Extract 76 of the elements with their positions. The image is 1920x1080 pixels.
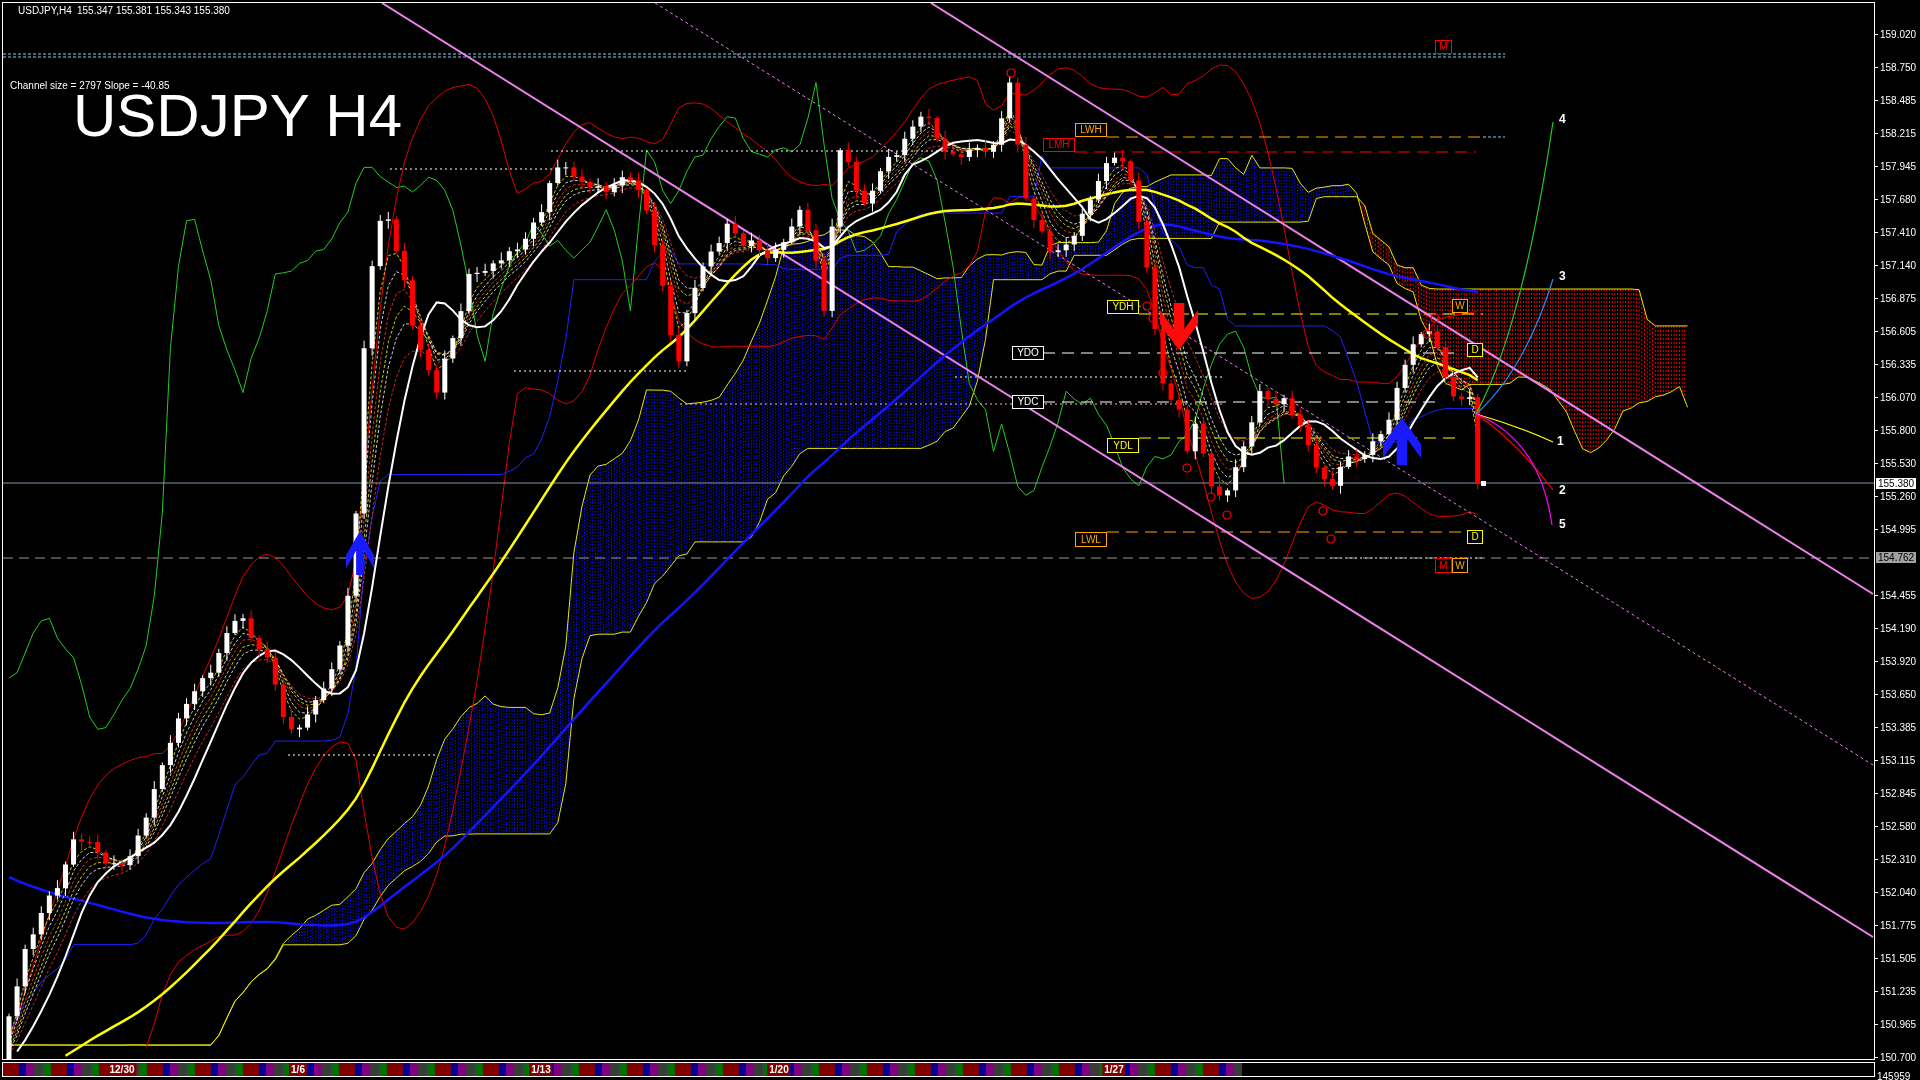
level-label: M <box>1435 558 1452 573</box>
price-tick-label: 151.505 <box>1880 953 1917 964</box>
ohlc-values: 155.347 155.381 155.343 155.380 <box>77 5 230 17</box>
circle-marker-icon <box>1222 510 1232 520</box>
price-tick-label: 155.800 <box>1880 425 1917 436</box>
price-tick-label: 157.410 <box>1880 227 1917 238</box>
projection-label: 1 <box>1557 434 1564 448</box>
date-label: 1/20 <box>767 1063 791 1076</box>
price-tick-label: 154.995 <box>1880 524 1917 535</box>
projection-label: 5 <box>1559 517 1566 531</box>
price-tick-label: 157.140 <box>1880 260 1917 271</box>
price-tick-label: 152.845 <box>1880 788 1917 799</box>
projection-label: 3 <box>1559 269 1566 283</box>
circle-marker-icon <box>1158 368 1168 378</box>
price-tick-label: 153.650 <box>1880 689 1917 700</box>
level-label: M <box>1435 40 1452 54</box>
projection-label: 4 <box>1559 112 1566 126</box>
status-number: 145959 <box>1877 1071 1911 1080</box>
level-label: YDO <box>1012 346 1044 360</box>
level-label: W <box>1452 299 1468 313</box>
price-tick-label: 157.945 <box>1880 161 1917 172</box>
price-tick-label: 157.680 <box>1880 194 1917 205</box>
price-tick-label: 152.580 <box>1880 821 1917 832</box>
price-tick-label: 150.700 <box>1880 1052 1917 1063</box>
level-label: LWL <box>1075 532 1107 547</box>
circle-marker-icon <box>1006 68 1016 78</box>
price-tick-label: 152.310 <box>1880 854 1917 865</box>
level-label: D <box>1467 343 1483 357</box>
price-tick-label: 156.875 <box>1880 293 1917 304</box>
price-level-line <box>1482 136 1506 138</box>
up-arrow-icon <box>1383 418 1421 465</box>
level-label: W <box>1452 558 1468 573</box>
price-tick-label: 158.215 <box>1880 128 1917 139</box>
level-label: LMH <box>1043 138 1075 152</box>
price-tick-label: 154.455 <box>1880 590 1917 601</box>
circle-marker-icon <box>1326 534 1336 544</box>
circle-marker-icon <box>1148 313 1158 323</box>
price-tick-label: 151.235 <box>1880 986 1917 997</box>
price-tick-label: 150.965 <box>1880 1019 1917 1030</box>
circle-marker-icon <box>1318 506 1328 516</box>
price-tick-label: 155.530 <box>1880 458 1917 469</box>
price-tick-label: 158.750 <box>1880 62 1917 73</box>
price-tick-label: 156.335 <box>1880 359 1917 370</box>
down-arrow-icon <box>1160 303 1198 350</box>
circle-marker-icon <box>1182 463 1192 473</box>
level-label: D <box>1467 530 1483 544</box>
date-label: 1/6 <box>289 1063 307 1076</box>
symbol-label: USDJPY,H4 <box>18 5 72 17</box>
channel-info: Channel size = 2797 Slope = -40.85 <box>10 80 170 91</box>
circle-marker-icon <box>1206 492 1216 502</box>
circle-marker-icon <box>1142 301 1152 311</box>
level-label: YDC <box>1012 395 1044 409</box>
price-tick-label: 156.605 <box>1880 326 1917 337</box>
price-tick-label: 152.040 <box>1880 887 1917 898</box>
date-label: 1/13 <box>529 1063 553 1076</box>
price-tick-label: 154.190 <box>1880 623 1917 634</box>
price-tick-label: 155.260 <box>1880 491 1917 502</box>
level-label: LWH <box>1075 123 1107 137</box>
price-marker-icon <box>1481 481 1486 486</box>
price-tick-label: 156.070 <box>1880 392 1917 403</box>
up-arrow-icon <box>346 531 374 575</box>
price-tick-label: 153.385 <box>1880 722 1917 733</box>
price-tick-label: 151.775 <box>1880 920 1917 931</box>
level-label: YDL <box>1107 438 1139 453</box>
current-price-marker: 155.380 <box>1876 478 1917 489</box>
circle-marker-icon <box>1422 329 1432 339</box>
chart-title: USDJPY H4 <box>73 93 402 139</box>
date-label: 1/27 <box>1102 1063 1126 1076</box>
level-label: YDH <box>1107 300 1139 314</box>
price-tick-label: 159.020 <box>1880 29 1917 40</box>
price-tick-label: 153.920 <box>1880 656 1917 667</box>
circle-marker-icon <box>1430 313 1440 323</box>
price-tick-label: 153.115 <box>1880 755 1916 766</box>
projection-label: 2 <box>1559 483 1566 497</box>
price-tick-label: 158.485 <box>1880 95 1917 106</box>
date-label: 12/30 <box>107 1063 137 1076</box>
